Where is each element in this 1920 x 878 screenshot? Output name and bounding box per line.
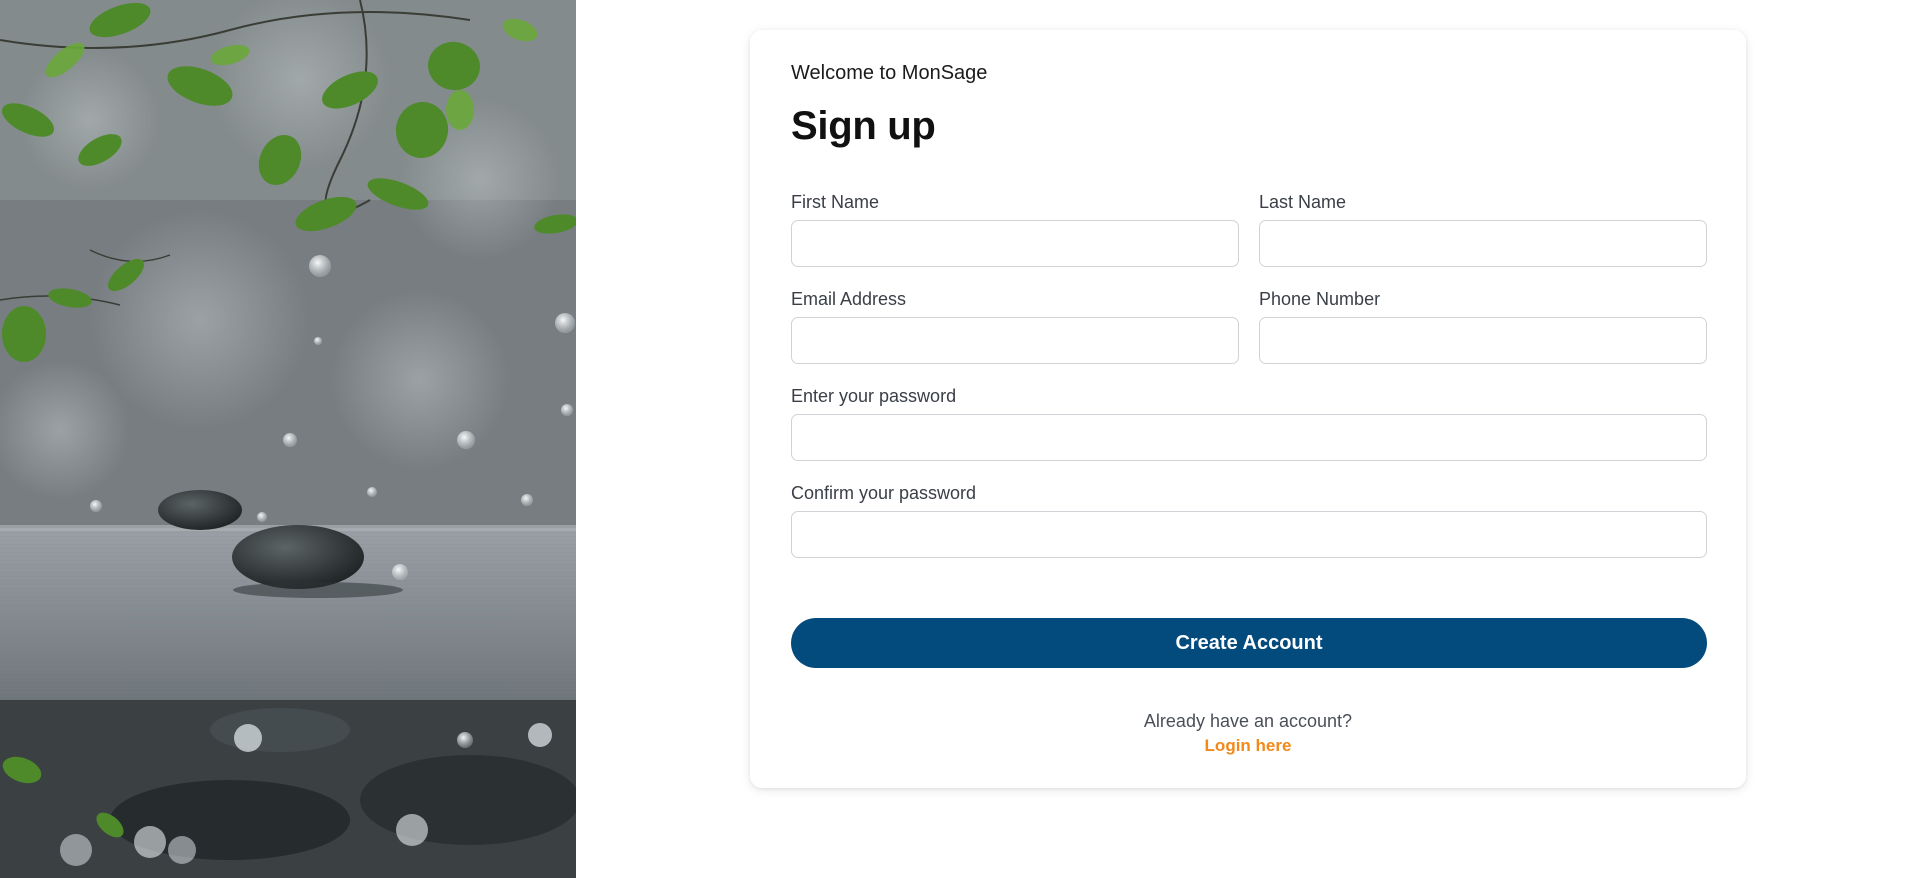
signup-card: Welcome to MonSage Sign up First Name La…: [750, 30, 1746, 788]
last-name-input[interactable]: [1259, 220, 1707, 267]
create-account-button[interactable]: Create Account: [791, 618, 1707, 668]
first-name-label: First Name: [791, 192, 880, 212]
hero-image: [0, 0, 576, 878]
first-name-input[interactable]: [791, 220, 1239, 267]
hero-illustration: [0, 0, 576, 878]
password-input[interactable]: [791, 414, 1707, 461]
confirm-password-input[interactable]: [791, 511, 1707, 558]
last-name-label: Last Name: [1259, 192, 1347, 212]
password-label: Enter your password: [791, 386, 957, 406]
signup-page: Welcome to MonSage Sign up First Name La…: [0, 0, 1920, 878]
email-label: Email Address: [791, 289, 907, 309]
form-area: Welcome to MonSage Sign up First Name La…: [576, 0, 1920, 878]
phone-label: Phone Number: [1259, 289, 1381, 309]
login-link[interactable]: Login here: [750, 736, 1746, 756]
page-title: Sign up: [791, 104, 936, 148]
email-input[interactable]: [791, 317, 1239, 364]
phone-input[interactable]: [1259, 317, 1707, 364]
already-have-account-text: Already have an account?: [1143, 711, 1353, 731]
confirm-password-label: Confirm your password: [791, 483, 977, 503]
welcome-text: Welcome to MonSage: [791, 62, 988, 84]
